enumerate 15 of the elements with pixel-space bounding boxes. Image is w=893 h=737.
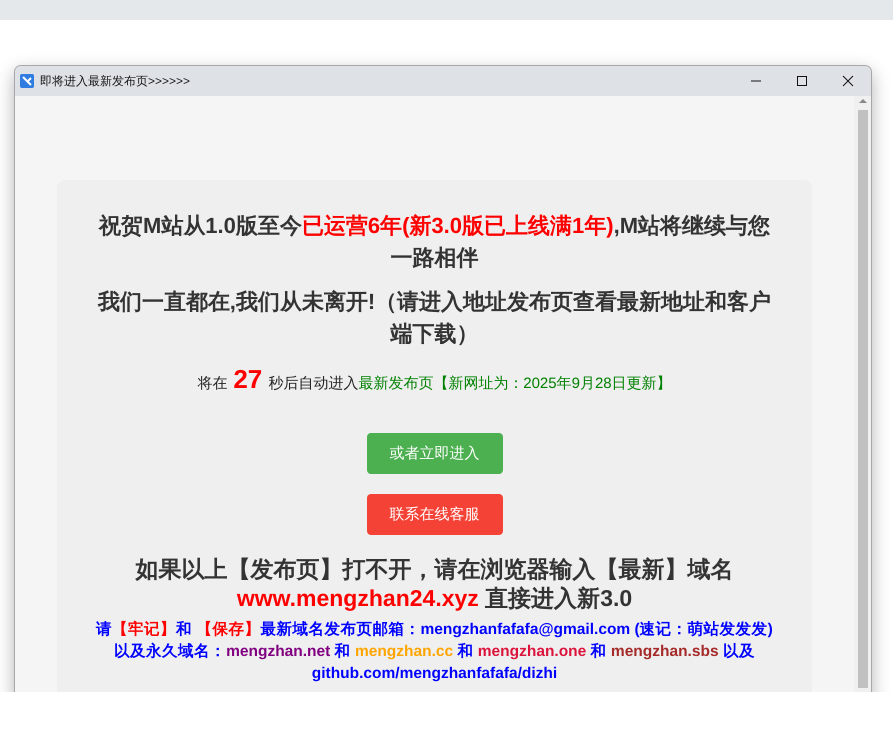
action-button[interactable]: 或者立即进入 bbox=[366, 433, 502, 474]
close-icon bbox=[842, 75, 854, 87]
window-title: 即将进入最新发布页>>>>>> bbox=[40, 72, 192, 90]
maximize-icon bbox=[796, 75, 808, 87]
notice-paragraph: 请【牢记】和 【保存】最新域名发布页邮箱：mengzhanfafafa@gmail.com (速记：萌站发发发) 以及永久域名：mengzhan.net 和 mengzhan.cc 和 mengzhan.one 和 mengzhan.sbs 以及 github.com/mengzhanfafafa/dizhi bbox=[94, 620, 774, 684]
app-icon bbox=[20, 74, 34, 88]
fallback-heading: 如果以上【发布页】打不开，请在浏览器输入【最新】域名 bbox=[134, 555, 734, 583]
action-button[interactable]: 联系在线客服 bbox=[366, 494, 502, 535]
countdown-text: 将在 27 秒后自动进入最新发布页【新网址为：2025年9月28日更新】 bbox=[196, 364, 673, 395]
scroll-up-icon[interactable] bbox=[858, 96, 866, 106]
fallback-url-text: www.mengzhan24.xyz 直接进入新3.0 bbox=[236, 584, 634, 613]
heading: 祝贺M站从1.0版至今已运营6年(新3.0版已上线满1年),M站将继续与您一路相伴 bbox=[97, 212, 772, 272]
scrollbar[interactable] bbox=[854, 96, 871, 692]
heading: 我们一直都在,我们从未离开!（请进入地址发布页查看最新地址和客户端下载） bbox=[97, 288, 772, 348]
scrollbar-thumb[interactable] bbox=[858, 110, 868, 688]
